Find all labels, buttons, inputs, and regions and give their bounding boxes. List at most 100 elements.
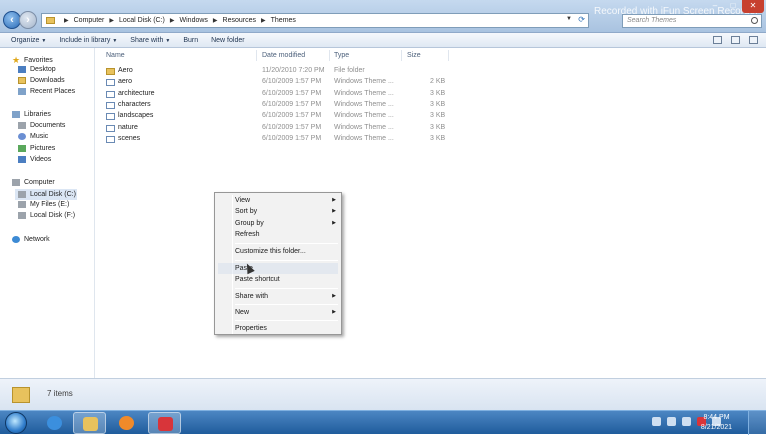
documents-icon [18, 122, 26, 129]
menu-item-share-with[interactable]: Share with ▶ [218, 291, 338, 302]
nav-libraries[interactable]: Libraries [12, 111, 51, 118]
nav-label: Videos [30, 156, 52, 163]
menu-item-sort-by[interactable]: Sort by ▶ [218, 206, 338, 217]
column-divider[interactable] [329, 50, 330, 61]
nav-downloads[interactable]: Downloads [18, 77, 65, 84]
breadcrumb-computer[interactable]: Computer [74, 17, 105, 24]
breadcrumb-local-disk[interactable]: Local Disk (C:) [119, 17, 165, 24]
menu-item-paste-shortcut[interactable]: Paste shortcut [218, 274, 338, 285]
column-header-size[interactable]: Size [407, 52, 421, 59]
file-size: 3 KB [430, 89, 446, 97]
context-menu: View ▶ Sort by ▶ Group by ▶ Refresh Customi… [214, 192, 342, 335]
file-row[interactable]: characters 6/10/2009 1:57 PM Windows Theme… [96, 100, 766, 111]
menu-item-refresh[interactable]: Refresh [218, 229, 338, 240]
nav-recent-places[interactable]: Recent Places [18, 88, 75, 95]
menu-item-paste[interactable]: Paste [218, 263, 338, 274]
nav-my-files-e[interactable]: My Files (E:) [18, 201, 69, 208]
include-in-library-button[interactable]: Include in library ▼ [59, 37, 117, 44]
chevron-right-icon[interactable]: ▶ [170, 17, 175, 24]
burn-button[interactable]: Burn [183, 37, 198, 44]
title-bar: ‹ › ▶ Computer ▶ Local Disk (C:) ▶ Windo… [0, 0, 766, 33]
nav-documents[interactable]: Documents [18, 122, 65, 129]
column-header-name[interactable]: Name [106, 52, 125, 59]
taskbar: 8:44 PM 8/21/2021 [0, 410, 766, 435]
share-with-button[interactable]: Share with ▼ [130, 37, 170, 44]
column-divider[interactable] [256, 50, 257, 61]
breadcrumb-themes[interactable]: Themes [271, 17, 296, 24]
file-row[interactable]: scenes 6/10/2009 1:57 PM Windows Theme ...… [96, 134, 766, 145]
clock-time: 8:44 PM [703, 414, 730, 421]
nav-network[interactable]: Network [12, 236, 50, 243]
menu-item-properties[interactable]: Properties [218, 323, 338, 334]
flag-icon[interactable] [652, 417, 661, 426]
theme-file-icon [106, 113, 115, 121]
nav-local-disk-c[interactable]: Local Disk (C:) [15, 189, 77, 200]
file-name: characters [118, 100, 151, 108]
start-button[interactable] [5, 412, 27, 434]
menu-item-new[interactable]: New ▶ [218, 307, 338, 318]
search-icon[interactable] [751, 17, 758, 24]
dropdown-arrow-icon: ▼ [165, 37, 171, 44]
arrow-up-icon[interactable] [667, 417, 676, 426]
menu-item-customize[interactable]: Customize this folder... [218, 246, 338, 257]
nav-desktop[interactable]: Desktop [18, 66, 56, 73]
nav-pictures[interactable]: Pictures [18, 145, 55, 152]
file-row[interactable]: landscapes 6/10/2009 1:57 PM Windows Theme… [96, 111, 766, 122]
chevron-right-icon[interactable]: ▶ [261, 17, 266, 24]
file-type: File folder [334, 67, 365, 74]
new-folder-button[interactable]: New folder [211, 37, 244, 44]
nav-videos[interactable]: Videos [18, 156, 51, 163]
nav-local-disk-f[interactable]: Local Disk (F:) [18, 212, 75, 219]
file-size: 2 KB [430, 78, 446, 86]
taskbar-internet-explorer[interactable] [38, 412, 71, 434]
breadcrumb-windows[interactable]: Windows [180, 17, 208, 24]
nav-label: Libraries [24, 111, 51, 118]
file-row[interactable]: architecture 6/10/2009 1:57 PM Windows The… [96, 89, 766, 100]
music-icon [18, 133, 26, 140]
organize-button[interactable]: Organize ▼ [11, 37, 46, 44]
menu-item-group-by[interactable]: Group by ▶ [218, 218, 338, 229]
menu-label: New [235, 309, 250, 316]
nav-favorites[interactable]: ★ Favorites [12, 55, 53, 66]
chevron-right-icon[interactable]: ▶ [213, 17, 218, 24]
column-header-type[interactable]: Type [334, 52, 349, 59]
forward-button[interactable]: › [19, 11, 37, 29]
chevron-right-icon[interactable]: ▶ [64, 17, 69, 24]
column-header-date[interactable]: Date modified [262, 52, 305, 59]
chevron-right-icon[interactable]: ▶ [109, 17, 114, 24]
dropdown-arrow-icon: ▼ [41, 37, 47, 44]
breadcrumb-resources[interactable]: Resources [223, 17, 256, 24]
file-row[interactable]: aero 6/10/2009 1:57 PM Windows Theme ... 2 … [96, 77, 766, 88]
file-date: 6/10/2009 1:57 PM [262, 89, 322, 97]
view-controls [713, 36, 758, 44]
change-view-icon[interactable] [713, 36, 722, 44]
close-button[interactable]: ✕ [742, 0, 764, 13]
network-icon[interactable] [682, 417, 691, 426]
file-name: architecture [118, 89, 155, 97]
file-date: 6/10/2009 1:57 PM [262, 123, 322, 131]
clock[interactable]: 8:44 PM 8/21/2021 [694, 413, 739, 433]
taskbar-media-player[interactable] [110, 412, 143, 434]
minimize-button[interactable]: – [706, 0, 724, 13]
address-bar[interactable]: ▶ Computer ▶ Local Disk (C:) ▶ Windows ▶… [41, 13, 589, 28]
submenu-arrow-icon: ▶ [332, 293, 336, 299]
address-dropdown-icon[interactable]: ▼ [566, 16, 572, 22]
nav-music[interactable]: Music [18, 133, 48, 140]
preview-pane-icon[interactable] [731, 36, 740, 44]
refresh-icon[interactable]: ⟳ [578, 15, 585, 24]
clock-date: 8/21/2021 [700, 424, 733, 431]
nav-computer[interactable]: Computer [12, 179, 55, 186]
column-divider[interactable] [448, 50, 449, 61]
file-size: 3 KB [430, 112, 446, 120]
show-desktop-button[interactable] [748, 411, 766, 435]
taskbar-windows-explorer[interactable] [73, 412, 106, 434]
file-type: Windows Theme ... [334, 89, 394, 97]
taskbar-screen-recorder[interactable] [148, 412, 181, 434]
submenu-arrow-icon: ▶ [332, 220, 336, 226]
maximize-button[interactable]: □ [724, 0, 742, 13]
column-divider[interactable] [401, 50, 402, 61]
help-icon[interactable] [749, 36, 758, 44]
menu-item-view[interactable]: View ▶ [218, 195, 338, 206]
file-row[interactable]: nature 6/10/2009 1:57 PM Windows Theme ...… [96, 123, 766, 134]
file-row[interactable]: Aero 11/20/2010 7:20 PM File folder [96, 66, 766, 77]
